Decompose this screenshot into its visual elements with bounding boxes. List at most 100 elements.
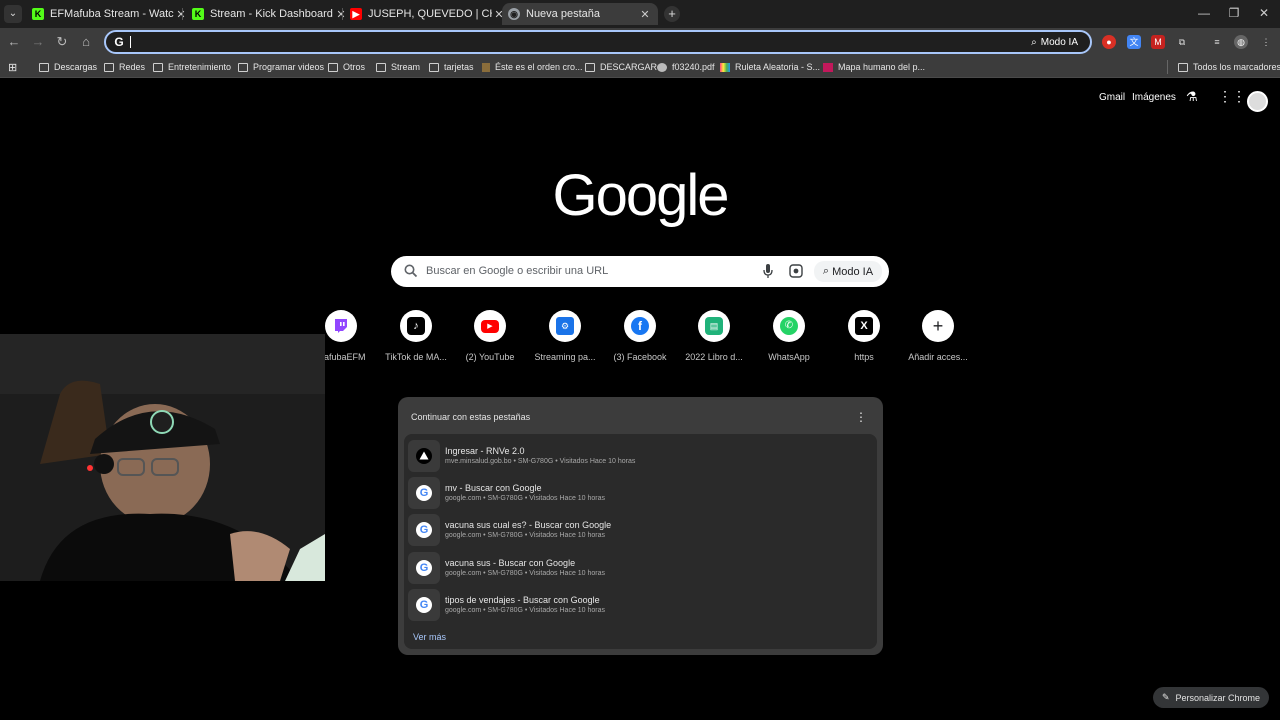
maximize-button[interactable]: ❐ (1224, 6, 1244, 20)
extension-red-icon[interactable]: ● (1102, 35, 1116, 49)
list-item[interactable]: G mv - Buscar con Google google.com • SM… (408, 475, 873, 509)
customize-chrome-button[interactable]: ✎ Personalizar Chrome (1153, 687, 1269, 708)
shortcut-streaming[interactable]: ⚙ Streaming pa... (525, 310, 605, 362)
tab-efmafuba[interactable]: K EFMafuba Stream - Watch Live ✕ (26, 3, 194, 25)
plus-icon: + (922, 310, 954, 342)
arrow-left-icon: ← (7, 34, 21, 49)
card-menu-kebab-icon[interactable]: ⋮ (855, 410, 867, 424)
extensions-puzzle-icon[interactable]: ⧉ (1175, 35, 1189, 49)
list-item[interactable]: G vacuna sus cual es? - Buscar con Googl… (408, 512, 873, 546)
item-subtitle: google.com • SM-G780G • Visitados Hace 1… (445, 495, 606, 502)
tab-search-button[interactable]: ⌄ (4, 5, 22, 23)
bookmark-label: Entretenimiento (168, 62, 232, 72)
tab-youtube[interactable]: ▶ JUSEPH, QUEVEDO | CHUOS (V ✕ (344, 3, 512, 25)
list-item[interactable]: G tipos de vendajes - Buscar con Google … (408, 587, 873, 621)
extension-m-icon[interactable]: M (1151, 35, 1165, 49)
item-subtitle: google.com • SM-G780G • Visitados Hace 1… (445, 607, 606, 614)
omnibox-ai-mode-button[interactable]: ⌕ Modo IA (1031, 34, 1078, 50)
home-button[interactable]: ⌂ (78, 34, 94, 50)
tab-kick-dashboard[interactable]: K Stream - Kick Dashboard ✕ (186, 3, 354, 25)
card-header: Continuar con estas pestañas (411, 412, 531, 422)
google-icon: G (408, 589, 440, 621)
google-icon: G (408, 552, 440, 584)
profile-avatar-icon[interactable]: ◍ (1234, 35, 1248, 49)
bookmark-descargas[interactable]: Descargas (39, 60, 97, 74)
bookmark-descargar[interactable]: DESCARGAR (585, 60, 657, 74)
gmail-link[interactable]: Gmail (1099, 92, 1125, 112)
bookmark-stream[interactable]: Stream (376, 60, 420, 74)
card-list: Ingresar - RNVe 2.0 mve.minsalud.gob.bo … (404, 434, 877, 649)
arrow-right-icon: → (31, 34, 45, 49)
shortcut-tiktok[interactable]: ♪ TikTok de MA... (376, 310, 456, 362)
bookmark-programar-videos[interactable]: Programar videos (238, 60, 324, 74)
webcam-person-image (0, 334, 325, 581)
account-avatar[interactable] (1247, 91, 1268, 112)
bookmark-redes[interactable]: Redes (104, 60, 145, 74)
tab-new-tab[interactable]: ◉ Nueva pestaña ✕ (502, 3, 658, 25)
window-close-button[interactable]: ✕ (1254, 6, 1274, 20)
images-link[interactable]: Imágenes (1132, 92, 1176, 112)
omnibox-ai-label: Modo IA (1040, 36, 1078, 48)
labs-flask-icon[interactable]: ⚗ (1186, 89, 1198, 109)
tab-title: EFMafuba Stream - Watch Live (50, 8, 174, 20)
list-item[interactable]: G vacuna sus - Buscar con Google google.… (408, 550, 873, 584)
translate-icon[interactable]: 文 (1127, 35, 1141, 49)
apps-grid-icon[interactable]: ⋮⋮ (1218, 88, 1246, 108)
see-more-link[interactable]: Ver más (413, 632, 446, 642)
youtube-icon: ▶ (350, 8, 362, 20)
tab-title: Stream - Kick Dashboard (210, 8, 333, 20)
shortcut-label: (3) Facebook (613, 352, 667, 362)
bookmark-label: DESCARGAR (600, 62, 658, 72)
item-subtitle: google.com • SM-G780G • Visitados Hace 1… (445, 532, 606, 539)
folder-icon (429, 62, 439, 72)
bookmark-mapa[interactable]: Mapa humano del p... (823, 60, 925, 74)
twitch-icon (325, 310, 357, 342)
chevron-down-icon: ⌄ (8, 8, 18, 19)
shortcut-add[interactable]: + Añadir acces... (898, 310, 978, 362)
lens-camera-icon[interactable] (789, 264, 803, 278)
shortcut-whatsapp[interactable]: ✆ WhatsApp (749, 310, 829, 362)
apps-grid-icon[interactable]: ⊞ (8, 60, 17, 74)
reload-button[interactable]: ↻ (54, 34, 70, 50)
shortcut-youtube[interactable]: ▶ (2) YouTube (450, 310, 530, 362)
bookmark-pdf[interactable]: f03240.pdf (657, 60, 715, 74)
new-tab-button[interactable]: + (664, 6, 680, 22)
folder-icon (39, 62, 49, 72)
folder-icon (238, 62, 248, 72)
bookmark-orden-cronologico[interactable]: Éste es el orden cro... (482, 60, 583, 74)
bookmark-ruleta[interactable]: Ruleta Aleatoria - S... (720, 60, 820, 74)
item-title: Ingresar - RNVe 2.0 (445, 446, 525, 456)
microphone-icon[interactable] (763, 264, 773, 279)
search-box[interactable]: Buscar en Google o escribir una URL ⌕ Mo… (391, 256, 889, 287)
home-icon: ⌂ (82, 34, 90, 49)
item-subtitle: mve.minsalud.gob.bo • SM-G780G • Visitad… (445, 458, 636, 465)
tab-divider (182, 8, 183, 20)
all-bookmarks[interactable]: Todos los marcadores (1178, 60, 1280, 74)
reading-list-icon[interactable]: ≡ (1210, 35, 1224, 49)
shortcut-label: (2) YouTube (465, 352, 515, 362)
folder-icon (376, 62, 386, 72)
shortcut-libro[interactable]: ▤ 2022 Libro d... (674, 310, 754, 362)
bookmark-entretenimiento[interactable]: Entretenimiento (153, 60, 231, 74)
list-item[interactable]: Ingresar - RNVe 2.0 mve.minsalud.gob.bo … (408, 438, 873, 472)
chrome-icon: ◉ (508, 8, 520, 20)
back-button[interactable]: ← (6, 34, 22, 50)
ai-mode-button[interactable]: ⌕ Modo IA (814, 261, 882, 282)
shortcut-label: 2022 Libro d... (685, 352, 743, 362)
close-icon[interactable]: ✕ (638, 8, 652, 21)
address-bar[interactable]: G ⌕ Modo IA (104, 30, 1092, 54)
shortcut-facebook[interactable]: f (3) Facebook (600, 310, 680, 362)
x-icon: X (848, 310, 880, 342)
shortcut-x[interactable]: X https (824, 310, 904, 362)
bookmark-otros[interactable]: Otros (328, 60, 365, 74)
streaming-icon: ⚙ (549, 310, 581, 342)
bookmark-tarjetas[interactable]: tarjetas (429, 60, 474, 74)
menu-kebab-icon[interactable]: ⋮ (1259, 35, 1273, 49)
tab-divider (342, 8, 343, 20)
minimize-button[interactable]: — (1194, 6, 1214, 20)
book-icon: ▤ (698, 310, 730, 342)
google-icon: G (408, 477, 440, 509)
item-title: tipos de vendajes - Buscar con Google (445, 595, 600, 605)
forward-button[interactable]: → (30, 34, 46, 50)
facebook-icon: f (624, 310, 656, 342)
